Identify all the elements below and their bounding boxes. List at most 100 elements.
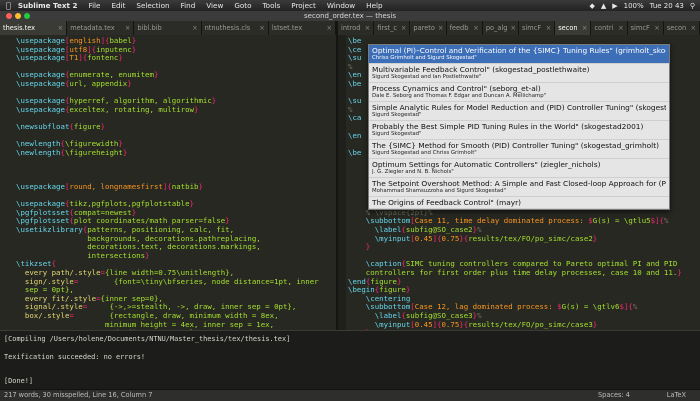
autocomplete-item[interactable]: The Setpoint Overshoot Method: A Simple … [369,178,669,197]
tab-introduction[interactable]: introd × [338,21,375,35]
close-tab-icon[interactable]: × [365,21,371,35]
close-tab-icon[interactable]: × [438,21,444,35]
tab-thesis-tex[interactable]: thesis.tex × [0,21,68,35]
code-line[interactable]: \usepackage[utf8]{inputenc} [16,46,336,55]
autocomplete-item[interactable]: The Origins of Feedback Control" (mayr) [369,197,669,209]
menu-file[interactable]: File [88,1,100,10]
menu-edit[interactable]: Edit [111,1,125,10]
zoom-window-icon[interactable] [24,13,30,19]
code-line[interactable]: \usepackage[english]{babel} [16,37,336,46]
close-tab-icon[interactable]: × [401,21,407,35]
code-line[interactable]: controllers for first order plus time de… [348,269,700,278]
autocomplete-item[interactable]: The {SIMC} Method for Smooth (PID) Contr… [369,140,669,159]
code-line[interactable]: sep = 0pt}, [16,286,336,295]
code-line[interactable]: \myinput[0.45]{0.75}{results/tex/FO/po_s… [348,235,700,244]
code-line[interactable]: \usepackage{hyperref, algorithm, algorit… [16,97,336,106]
autocomplete-item[interactable]: Optimal (PI)–Control and Verification of… [369,45,669,64]
code-line[interactable]: \centering [348,295,700,304]
autocomplete-item[interactable]: Multivariable Feedback Control" (skogest… [369,64,669,83]
code-line[interactable]: \newlength{\figureheight} [16,149,336,158]
battery-level[interactable]: 100% [624,2,644,10]
menu-goto[interactable]: Goto [234,1,251,10]
tab-first-order[interactable]: first_c × [374,21,411,35]
autocomplete-popup[interactable]: Optimal (PI)–Control and Verification of… [368,44,670,210]
code-line[interactable]: \subbottom[Case 11, time delay dominated… [348,217,700,226]
close-tab-icon[interactable]: × [58,21,64,35]
code-area[interactable]: \usepackage[english]{babel} \usepackage[u… [16,37,336,330]
menu-app-name[interactable]: Sublime Text 2 [18,1,78,10]
code-line[interactable]: \end{figure} [348,278,700,287]
code-line[interactable]: \pgfplotsset{compat=newest} [16,209,336,218]
code-line[interactable]: \usepackage{tikz,pgfplots,pgfplotstable} [16,200,336,209]
tab-feedback[interactable]: feedb × [446,21,483,35]
code-line[interactable]: \usetikzlibrary{patterns, positioning, c… [16,226,336,235]
menu-selection[interactable]: Selection [136,1,169,10]
code-line[interactable]: decorations.text, decorations.markings, [16,243,336,252]
code-line[interactable]: \pgfplotsset{plot coordinates/math parse… [16,217,336,226]
code-line[interactable]: \subbottom[Case 12, lag dominated proces… [348,303,700,312]
autocomplete-item[interactable]: Simple Analytic Rules for Model Reductio… [369,102,669,121]
code-line[interactable]: \usepackage[T1]{fontenc} [16,54,336,63]
code-line[interactable]: % \vspace{2pt}% [348,209,700,218]
close-tab-icon[interactable]: × [259,21,265,35]
code-line[interactable]: \label{subfig@SO_case2}% [348,226,700,235]
volume-icon[interactable]: ▶ [612,2,617,10]
tab-bibl-bib[interactable]: bibl.bib × [134,21,202,35]
tab-second[interactable]: secon × [663,21,700,35]
close-tab-icon[interactable]: × [546,21,552,35]
tab-pareto[interactable]: pareto × [410,21,447,35]
code-line[interactable]: \usepackage{exceltex, rotating, multirow… [16,106,336,115]
code-line[interactable]: \usepackage[round, longnamesfirst]{natbi… [16,183,336,192]
close-tab-icon[interactable]: × [192,21,198,35]
code-line[interactable] [16,132,336,141]
close-tab-icon[interactable]: × [125,21,131,35]
code-line[interactable] [348,252,700,261]
code-line[interactable]: \usepackage{url, appendix} [16,80,336,89]
code-line[interactable]: \myinput[0.45]{0.75}{results/tex/FO/po_s… [348,321,700,330]
code-line[interactable]: sign/.style= {font=\tiny\bfseries, node … [16,278,336,287]
code-line[interactable]: \newlength{\figurewidth} [16,140,336,149]
autocomplete-item[interactable]: Process Cynamics and Control" (seborg_et… [369,83,669,102]
menu-clock[interactable]: Tue 20 43 [650,2,684,10]
autocomplete-item[interactable]: Probably the Best Simple PID Tuning Rule… [369,121,669,140]
code-line[interactable] [16,114,336,123]
code-line[interactable]: \begin{figure} [348,286,700,295]
code-line[interactable]: intersections} [16,252,336,261]
close-tab-icon[interactable]: × [510,21,516,35]
code-line[interactable] [16,63,336,72]
tab-second-order[interactable]: secon × [555,21,592,35]
menu-project[interactable]: Project [291,1,316,10]
code-line[interactable]: every fit/.style={inner sep=0}, [16,295,336,304]
code-line[interactable]: \label{subfig@SO_case3}% [348,312,700,321]
close-tab-icon[interactable]: × [473,21,479,35]
code-line[interactable]: \newsubfloat{figure} [16,123,336,132]
code-line[interactable] [16,192,336,201]
menu-tools[interactable]: Tools [263,1,281,10]
left-editor-pane[interactable]: \usepackage[english]{babel} \usepackage[u… [0,35,336,330]
close-tab-icon[interactable]: × [654,21,660,35]
code-line[interactable]: every path/.style={line width=0.75\unitl… [16,269,336,278]
code-line[interactable]: signal/.style= {->,>=stealth, ->, draw, … [16,303,336,312]
code-line[interactable]: \tikzset{ [16,260,336,269]
wifi-icon[interactable]: ▲ [601,2,606,10]
minimize-window-icon[interactable] [15,13,21,19]
tab-simc-first[interactable]: simcF × [519,21,556,35]
tab-metadata-tex[interactable]: metadata.tex × [67,21,135,35]
code-line[interactable]: backgrounds, decorations.pathreplacing, [16,235,336,244]
menu-window[interactable]: Window [327,1,355,10]
tab-lstset-tex[interactable]: lstset.tex × [268,21,336,35]
tab-ntnuthesis-cls[interactable]: ntnuthesis.cls × [201,21,269,35]
close-tab-icon[interactable]: × [326,21,332,35]
close-tab-icon[interactable]: × [691,21,697,35]
code-line[interactable]: \usepackage{enumerate, enumitem} [16,71,336,80]
status-syntax[interactable]: LaTeX [667,390,686,401]
menu-find[interactable]: Find [181,1,196,10]
menu-help[interactable]: Help [366,1,382,10]
build-output-panel[interactable]: [Compiling /Users/holene/Documents/NTNU/… [0,330,700,390]
code-line[interactable] [16,89,336,98]
tab-po-alg[interactable]: po_alg × [482,21,520,35]
tab-simc-second[interactable]: simcF × [627,21,664,35]
close-tab-icon[interactable]: × [582,21,588,35]
code-line[interactable] [16,157,336,166]
spotlight-icon[interactable]: ⚲ [690,2,695,10]
